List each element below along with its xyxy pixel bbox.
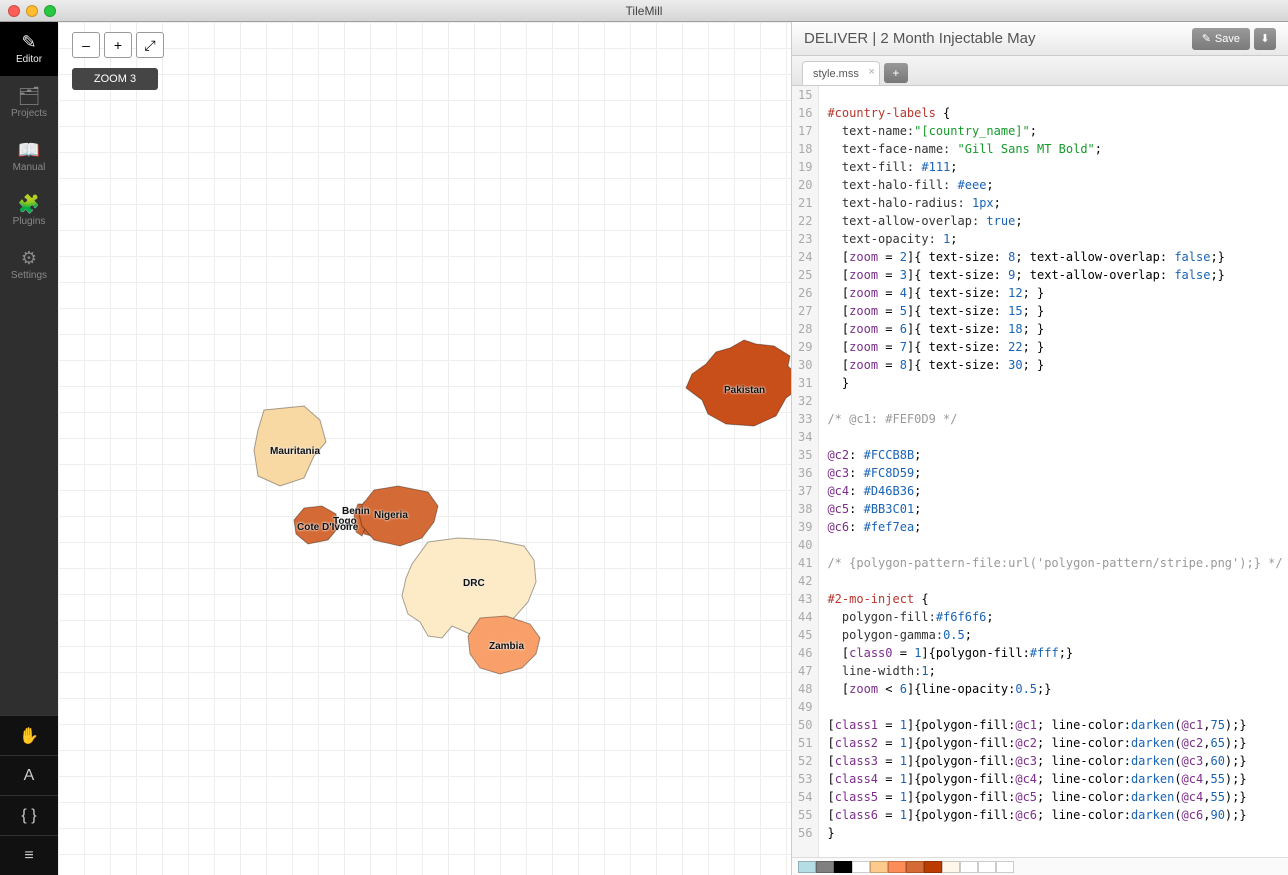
country-shape-nigeria[interactable] bbox=[358, 486, 438, 546]
settings-icon: ⚙ bbox=[21, 249, 37, 267]
swatch[interactable] bbox=[960, 861, 978, 873]
country-shape-civ[interactable] bbox=[294, 506, 338, 544]
tool-button-0[interactable]: ✋ bbox=[0, 715, 58, 755]
sidebar-item-label: Settings bbox=[11, 270, 47, 281]
editor-pane: DELIVER | 2 Month Injectable May ✎ Save … bbox=[792, 22, 1288, 875]
titlebar: TileMill bbox=[0, 0, 1288, 22]
zoom-full-button[interactable]: ⤢ bbox=[136, 32, 164, 58]
swatch[interactable] bbox=[942, 861, 960, 873]
tool-button-2[interactable]: { } bbox=[0, 795, 58, 835]
sidebar-item-plugins[interactable]: 🧩 Plugins bbox=[0, 184, 58, 238]
country-shape-mauritania[interactable] bbox=[254, 406, 326, 486]
sidebar-item-label: Manual bbox=[13, 162, 46, 173]
export-button[interactable]: ⬇ bbox=[1254, 28, 1276, 50]
sidebar-item-manual[interactable]: 📖 Manual bbox=[0, 130, 58, 184]
tool-button-3[interactable]: ≡ bbox=[0, 835, 58, 875]
close-tab-icon[interactable]: × bbox=[868, 66, 874, 78]
zoom-window-icon[interactable] bbox=[44, 5, 56, 17]
tab-style-mss[interactable]: style.mss × bbox=[802, 61, 880, 85]
sidebar-item-editor[interactable]: ✎ Editor bbox=[0, 22, 58, 76]
projects-icon: 🗂 bbox=[18, 87, 41, 105]
swatch[interactable] bbox=[906, 861, 924, 873]
add-tab-button[interactable]: + bbox=[884, 63, 908, 83]
code-editor[interactable]: 15 16 17 18 19 20 21 22 23 24 25 26 27 2… bbox=[792, 86, 1288, 857]
swatch[interactable] bbox=[870, 861, 888, 873]
editor-icon: ✎ bbox=[21, 33, 36, 51]
zoom-out-button[interactable]: – bbox=[72, 32, 100, 58]
sidebar-item-settings[interactable]: ⚙ Settings bbox=[0, 238, 58, 292]
download-icon: ⬇ bbox=[1260, 32, 1269, 45]
swatch[interactable] bbox=[924, 861, 942, 873]
plugins-icon: 🧩 bbox=[18, 195, 40, 213]
zoom-in-button[interactable]: + bbox=[104, 32, 132, 58]
swatch[interactable] bbox=[852, 861, 870, 873]
sidebar-item-label: Editor bbox=[16, 54, 42, 65]
sidebar-item-projects[interactable]: 🗂 Projects bbox=[0, 76, 58, 130]
close-icon[interactable] bbox=[8, 5, 20, 17]
swatch[interactable] bbox=[978, 861, 996, 873]
country-shape-zambia[interactable] bbox=[468, 616, 540, 674]
swatch[interactable] bbox=[996, 861, 1014, 873]
swatch[interactable] bbox=[798, 861, 816, 873]
zoom-level-label: ZOOM 3 bbox=[72, 68, 158, 90]
project-title: DELIVER | 2 Month Injectable May bbox=[804, 30, 1192, 47]
pencil-icon: ✎ bbox=[1202, 32, 1211, 45]
sidebar-item-label: Plugins bbox=[13, 216, 46, 227]
country-shape-pakistan[interactable] bbox=[686, 340, 792, 426]
sidebar-item-label: Projects bbox=[11, 108, 47, 119]
swatch[interactable] bbox=[888, 861, 906, 873]
save-button[interactable]: ✎ Save bbox=[1192, 28, 1250, 50]
window-title: TileMill bbox=[0, 4, 1288, 18]
sidebar: ✎ Editor 🗂 Projects 📖 Manual 🧩 Plugins ⚙ Settings… bbox=[0, 22, 58, 875]
manual-icon: 📖 bbox=[18, 141, 40, 159]
swatch[interactable] bbox=[816, 861, 834, 873]
minimize-icon[interactable] bbox=[26, 5, 38, 17]
tool-button-1[interactable]: A bbox=[0, 755, 58, 795]
swatch[interactable] bbox=[834, 861, 852, 873]
color-swatches bbox=[792, 857, 1288, 875]
map-canvas[interactable]: – + ⤢ ZOOM 3 PakistanMauritaniaBeninTogo… bbox=[58, 22, 792, 875]
